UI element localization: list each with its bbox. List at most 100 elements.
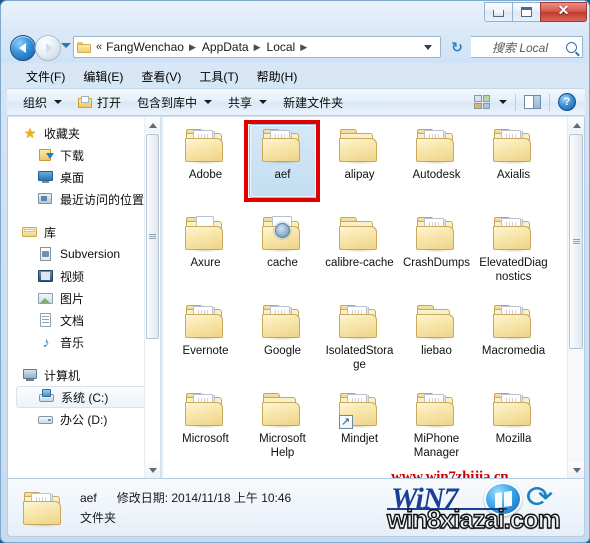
nav-item-drive-d-label: 办公 (D:) [60,412,108,427]
details-type: 文件夹 [80,511,117,525]
nav-item-pictures[interactable]: 图片 [8,287,160,309]
file-item-label: CrashDumps [402,257,471,269]
file-item[interactable]: Evernote [167,299,244,387]
scrollbar-thumb[interactable] [569,134,583,349]
file-item[interactable]: liebao [398,299,475,387]
watermark-url-text: www.win7zhijia.cn [391,469,509,478]
file-item[interactable]: MiPhone Manager [398,387,475,475]
file-item[interactable]: Google [244,299,321,387]
forward-arrow-icon [45,43,53,53]
shortcut-arrow-icon: ↗ [338,415,353,429]
scrollbar-thumb[interactable] [146,134,159,339]
file-item[interactable]: Microsoft Help [244,387,321,475]
nav-item-recent-places[interactable]: 最近访问的位置 [8,188,160,210]
breadcrumb-separator-icon[interactable]: ▶ [251,42,265,53]
open-button[interactable]: 打开 [70,91,129,114]
file-item[interactable]: cache [244,211,321,299]
file-item[interactable] [244,475,321,478]
search-input[interactable]: 搜索 Local [476,39,564,56]
organize-button[interactable]: 组织 [15,91,70,114]
navigation-scrollbar[interactable] [144,117,160,478]
scroll-up-button[interactable] [145,117,160,133]
file-item[interactable] [321,475,398,478]
file-item-label: Axialis [496,169,531,181]
menu-item-tools[interactable]: 工具(T) [190,66,247,87]
menu-item-file[interactable]: 文件(F) [17,66,74,87]
drive-icon [39,389,55,405]
maximize-button[interactable] [512,2,541,22]
menu-item-view[interactable]: 查看(V) [132,66,190,87]
nav-item-documents[interactable]: 文档 [8,309,160,331]
menu-item-help[interactable]: 帮助(H) [248,66,307,87]
close-button[interactable]: ✕ [540,2,587,22]
file-item-label: calibre-cache [325,257,394,269]
nav-item-downloads-label: 下载 [60,148,85,163]
nav-item-drive-d[interactable]: 办公 (D:) [8,408,160,430]
breadcrumb-item-1[interactable]: AppData [200,38,251,56]
minimize-button[interactable] [484,2,513,22]
file-item-selected[interactable]: aef [244,120,321,211]
change-view-icon[interactable] [474,95,490,109]
include-in-library-button[interactable]: 包含到库中 [129,91,220,114]
file-item[interactable]: Mozilla [475,387,552,475]
file-item-label: Google [263,345,302,357]
nav-group-computer[interactable]: 计算机 [8,364,160,386]
nav-group-favorites[interactable]: ★ 收藏夹 [8,122,160,144]
refresh-button[interactable]: ↻ [445,36,469,58]
nav-item-music[interactable]: ♪ 音乐 [8,331,160,353]
breadcrumb-overflow-icon[interactable]: « [94,41,104,53]
file-item[interactable]: Macromedia [475,299,552,387]
back-button[interactable] [10,35,36,61]
file-item[interactable]: Microsoft [167,387,244,475]
breadcrumb-item-2[interactable]: Local [265,38,298,56]
folder-icon [184,127,228,165]
breadcrumb-separator-icon[interactable]: ▶ [186,42,200,53]
scroll-up-button[interactable] [568,117,584,133]
forward-button[interactable] [35,35,61,61]
menu-item-edit[interactable]: 编辑(E) [74,66,132,87]
file-item[interactable]: Autodesk [398,123,475,211]
nav-item-drive-c-label: 系统 (C:) [61,390,109,405]
nav-item-desktop[interactable]: 桌面 [8,166,160,188]
scroll-down-button[interactable] [568,462,584,478]
address-bar[interactable]: « FangWenchao ▶ AppData ▶ Local ▶ [73,36,441,58]
file-item[interactable]: alipay [321,123,398,211]
file-item[interactable]: IsolatedStorage [321,299,398,387]
file-item[interactable]: ↗ Mindjet [321,387,398,475]
file-list-pane[interactable]: Adobe aef alipay Autodesk Axialis Axure … [163,117,584,478]
file-item[interactable]: Axialis [475,123,552,211]
file-item[interactable]: ElevatedDiagnostics [475,211,552,299]
history-dropdown-icon[interactable] [61,43,71,48]
chevron-down-icon [54,100,63,104]
chevron-down-icon [572,467,581,473]
scroll-down-button[interactable] [145,462,160,478]
nav-item-subversion[interactable]: Subversion [8,243,160,265]
file-item[interactable]: Axure [167,211,244,299]
nav-item-videos[interactable]: 视频 [8,265,160,287]
explorer-window: ✕ « FangWenchao ▶ AppData ▶ Local ▶ ↻ 搜索… [0,0,590,543]
command-bar-right-group: ? [474,93,585,111]
nav-item-downloads[interactable]: 下载 [8,144,160,166]
chevron-down-icon[interactable] [499,100,507,104]
new-folder-label: 新建文件夹 [283,95,344,110]
file-list-scrollbar[interactable] [567,117,584,478]
help-icon[interactable]: ? [558,93,576,111]
share-button[interactable]: 共享 [220,91,275,114]
file-item[interactable] [167,475,244,478]
address-dropdown-icon[interactable] [424,44,432,50]
new-folder-button[interactable]: 新建文件夹 [275,91,351,114]
title-bar: ✕ [1,1,589,31]
drive-icon [38,411,54,427]
breadcrumb-item-0[interactable]: FangWenchao [104,38,186,56]
breadcrumb-separator-icon[interactable]: ▶ [297,42,311,53]
file-item[interactable]: calibre-cache [321,211,398,299]
folder-icon [22,490,64,527]
preview-pane-icon[interactable] [524,95,541,109]
file-item-label: ElevatedDiagnostics [479,257,548,283]
file-item[interactable]: CrashDumps [398,211,475,299]
nav-group-libraries[interactable]: 库 [8,221,160,243]
nav-item-drive-c[interactable]: 系统 (C:) [16,386,156,408]
include-in-library-label: 包含到库中 [137,95,198,110]
search-box[interactable]: 搜索 Local [471,36,583,58]
file-item[interactable]: Adobe [167,123,244,211]
